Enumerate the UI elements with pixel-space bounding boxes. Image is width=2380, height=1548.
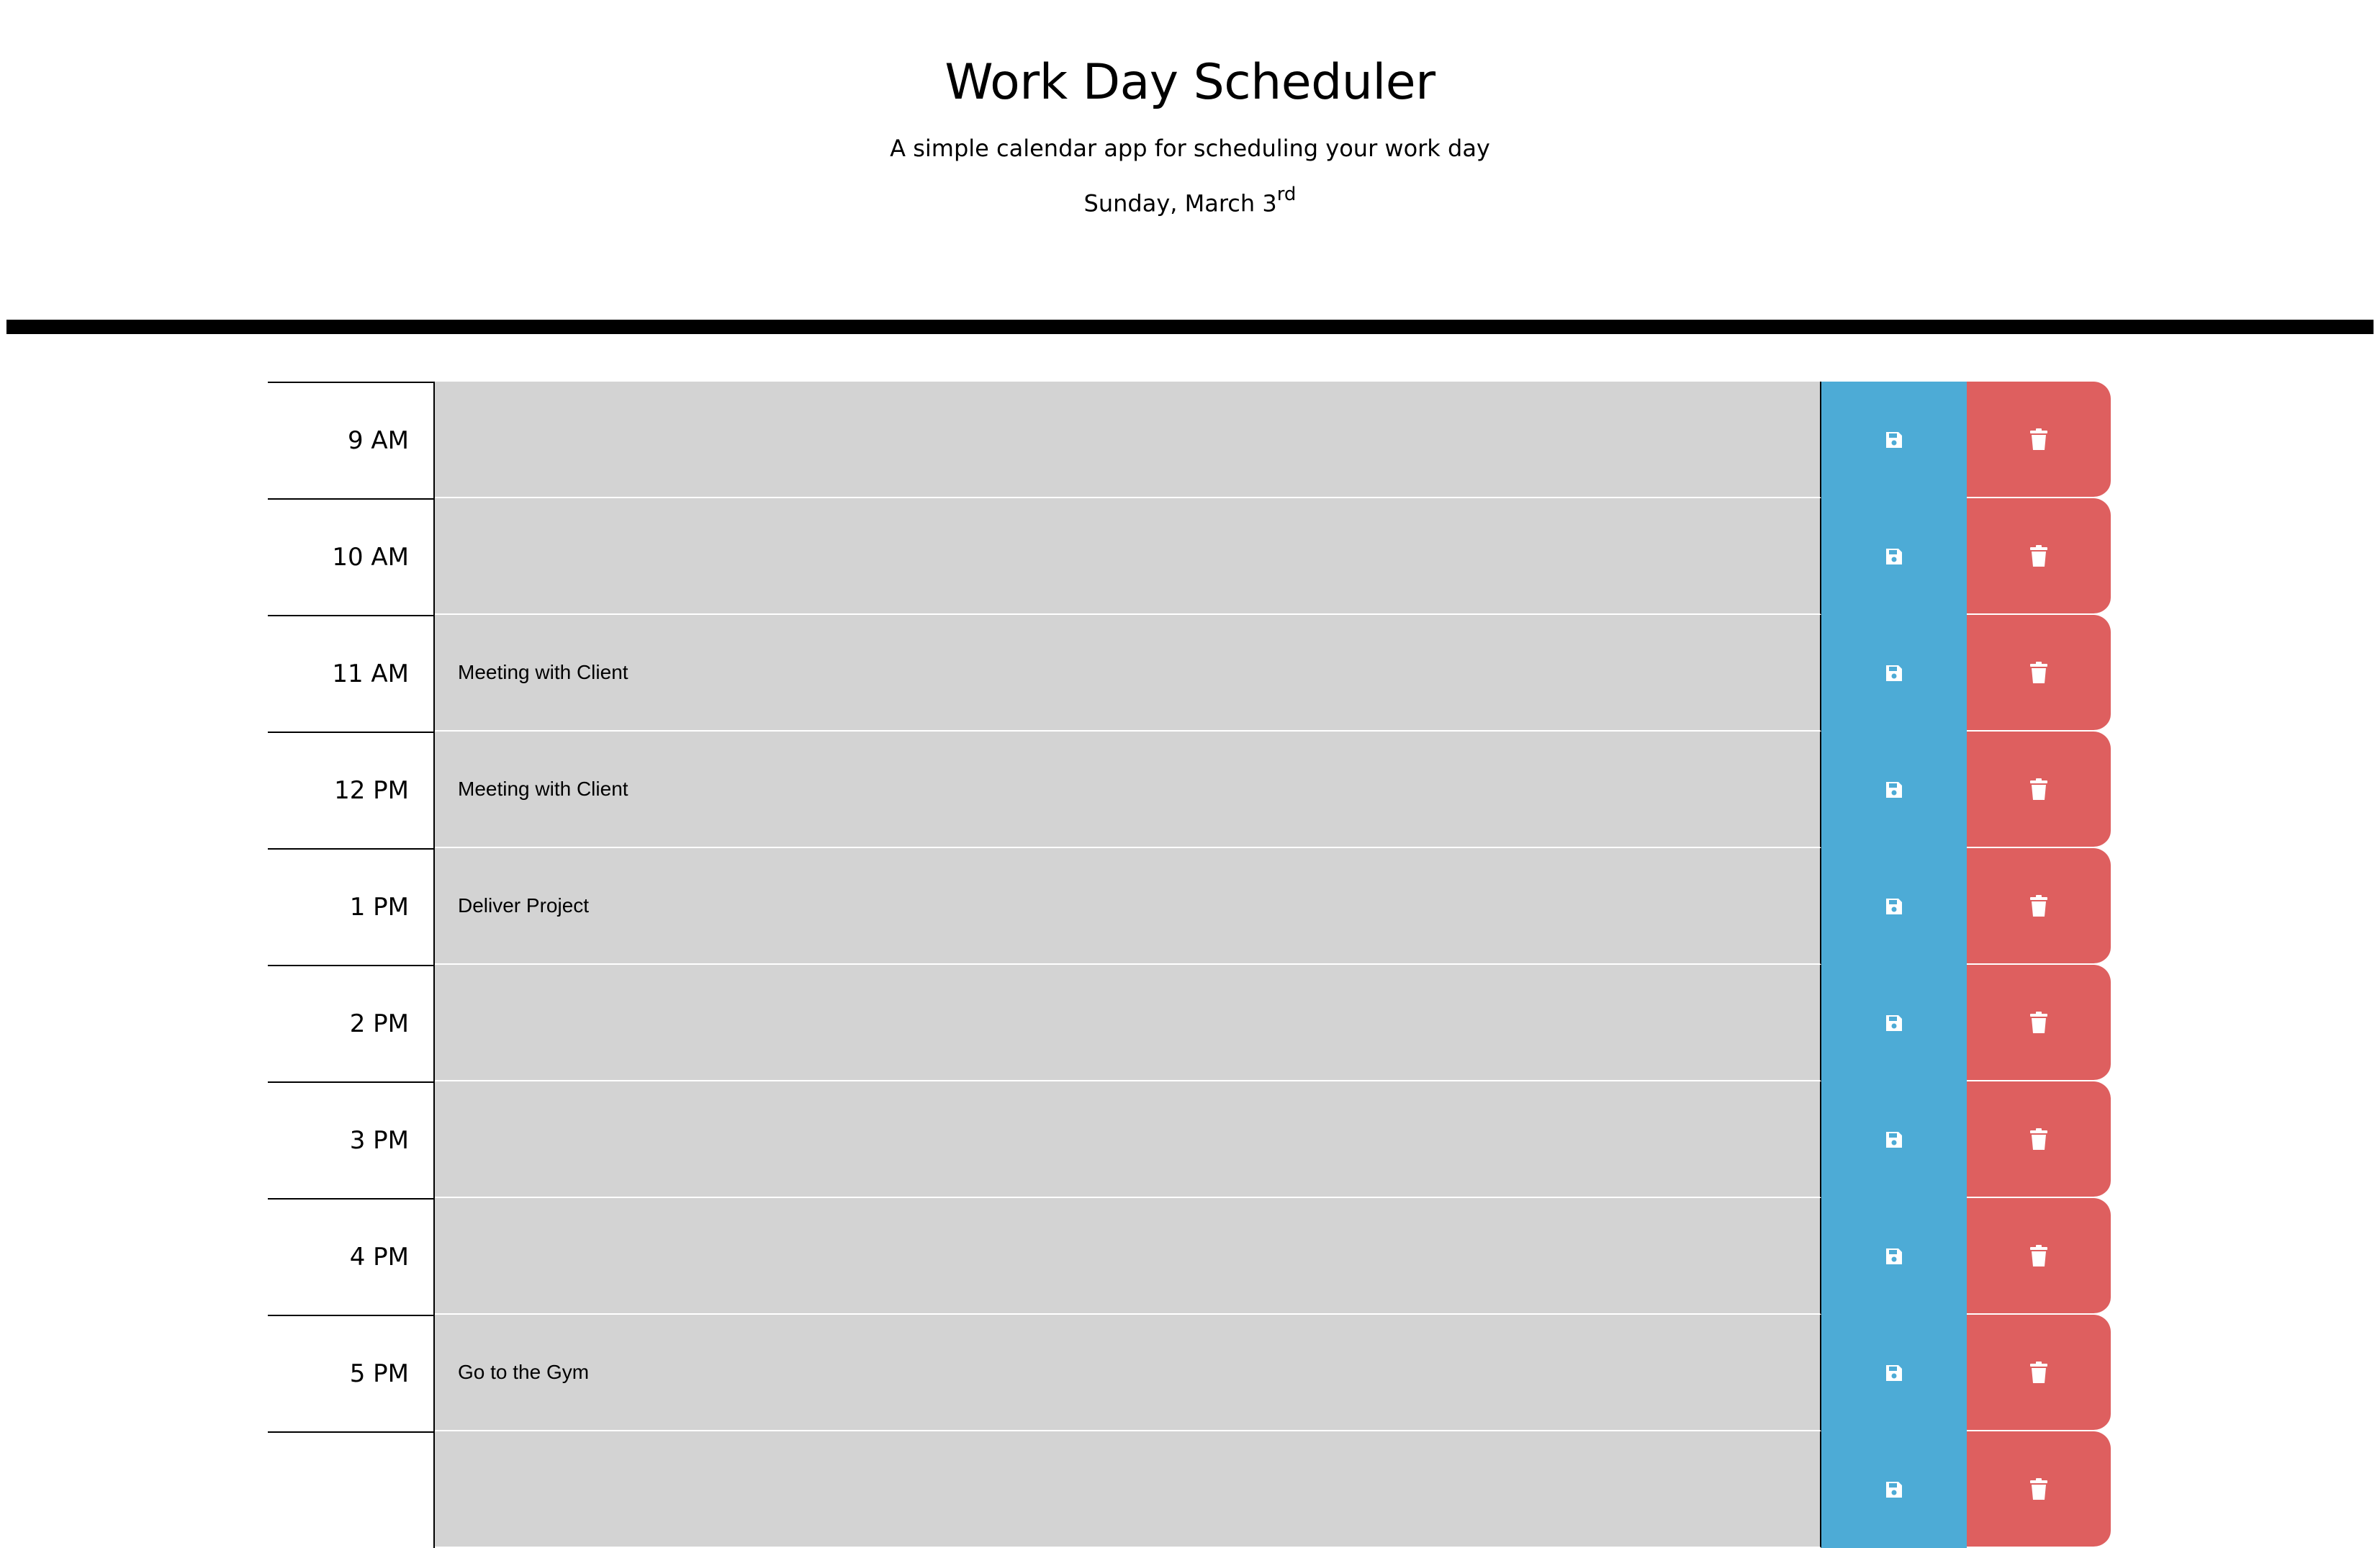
timeblock-row: 2 PM <box>268 965 2111 1081</box>
save-button[interactable] <box>1821 1081 1967 1198</box>
floppy-disk-icon <box>1884 1130 1904 1150</box>
floppy-disk-icon <box>1884 546 1904 567</box>
delete-button[interactable] <box>1967 732 2111 848</box>
current-day-suffix: rd <box>1276 184 1297 205</box>
delete-button[interactable] <box>1967 1315 2111 1431</box>
description-textarea[interactable] <box>435 1081 1821 1198</box>
hour-label: 1 PM <box>268 848 435 965</box>
trash-icon <box>2029 1361 2049 1384</box>
hour-label: 12 PM <box>268 732 435 848</box>
delete-button[interactable] <box>1967 615 2111 732</box>
save-button[interactable] <box>1821 848 1967 965</box>
delete-button[interactable] <box>1967 965 2111 1081</box>
trash-icon <box>2029 544 2049 567</box>
hour-label: 5 PM <box>268 1315 435 1431</box>
floppy-disk-icon <box>1884 1013 1904 1033</box>
trash-icon <box>2029 428 2049 451</box>
hour-label: 9 AM <box>268 382 435 498</box>
current-day-text: Sunday, March 3 <box>1083 189 1277 217</box>
save-button[interactable] <box>1821 382 1967 498</box>
description-textarea[interactable]: Meeting with Client <box>435 732 1821 848</box>
save-button[interactable] <box>1821 1198 1967 1315</box>
timeblock-row: 11 AM Meeting with Client <box>268 615 2111 732</box>
header-divider <box>6 320 2374 334</box>
delete-button[interactable] <box>1967 498 2111 615</box>
timeblock-row <box>268 1431 2111 1548</box>
floppy-disk-icon <box>1884 1363 1904 1383</box>
trash-icon <box>2029 778 2049 801</box>
description-textarea[interactable]: Meeting with Client <box>435 615 1821 732</box>
hour-label: 3 PM <box>268 1081 435 1198</box>
trash-icon <box>2029 661 2049 684</box>
delete-button[interactable] <box>1967 848 2111 965</box>
page-title: Work Day Scheduler <box>945 54 1435 111</box>
save-button[interactable] <box>1821 1431 1967 1548</box>
description-textarea[interactable] <box>435 965 1821 1081</box>
hour-label: 4 PM <box>268 1198 435 1315</box>
timeblock-row: 12 PM Meeting with Client <box>268 732 2111 848</box>
description-textarea[interactable]: Deliver Project <box>435 848 1821 965</box>
timeblock-row: 3 PM <box>268 1081 2111 1198</box>
timeblock-row: 4 PM <box>268 1198 2111 1315</box>
trash-icon <box>2029 1011 2049 1034</box>
hour-label: 2 PM <box>268 965 435 1081</box>
jumbotron-header: Work Day Scheduler A simple calendar app… <box>0 0 2380 325</box>
hour-label: 10 AM <box>268 498 435 615</box>
description-textarea[interactable] <box>435 1431 1821 1548</box>
save-button[interactable] <box>1821 732 1967 848</box>
trash-icon <box>2029 894 2049 917</box>
floppy-disk-icon <box>1884 1246 1904 1266</box>
delete-button[interactable] <box>1967 382 2111 498</box>
description-textarea[interactable] <box>435 498 1821 615</box>
timeblock-row: 1 PM Deliver Project <box>268 848 2111 965</box>
save-button[interactable] <box>1821 965 1967 1081</box>
save-button[interactable] <box>1821 498 1967 615</box>
timeblock-row: 5 PM Go to the Gym <box>268 1315 2111 1431</box>
floppy-disk-icon <box>1884 780 1904 800</box>
save-button[interactable] <box>1821 1315 1967 1431</box>
delete-button[interactable] <box>1967 1198 2111 1315</box>
current-day: Sunday, March 3rd <box>0 180 2380 221</box>
delete-button[interactable] <box>1967 1081 2111 1198</box>
timeblock-row: 10 AM <box>268 498 2111 615</box>
trash-icon <box>2029 1128 2049 1151</box>
trash-icon <box>2029 1244 2049 1267</box>
delete-button[interactable] <box>1967 1431 2111 1548</box>
floppy-disk-icon <box>1884 896 1904 917</box>
page-subtitle: A simple calendar app for scheduling you… <box>890 135 1490 162</box>
schedule-container: 9 AM 10 AM 11 AM Meeting with Client 12 PM Me… <box>268 382 2111 1548</box>
description-textarea[interactable] <box>435 1198 1821 1315</box>
save-button[interactable] <box>1821 615 1967 732</box>
trash-icon <box>2029 1477 2049 1500</box>
hour-label <box>268 1431 435 1548</box>
description-textarea[interactable]: Go to the Gym <box>435 1315 1821 1431</box>
description-textarea[interactable] <box>435 382 1821 498</box>
floppy-disk-icon <box>1884 430 1904 450</box>
floppy-disk-icon <box>1884 1480 1904 1500</box>
timeblock-row: 9 AM <box>268 382 2111 498</box>
hour-label: 11 AM <box>268 615 435 732</box>
floppy-disk-icon <box>1884 663 1904 683</box>
